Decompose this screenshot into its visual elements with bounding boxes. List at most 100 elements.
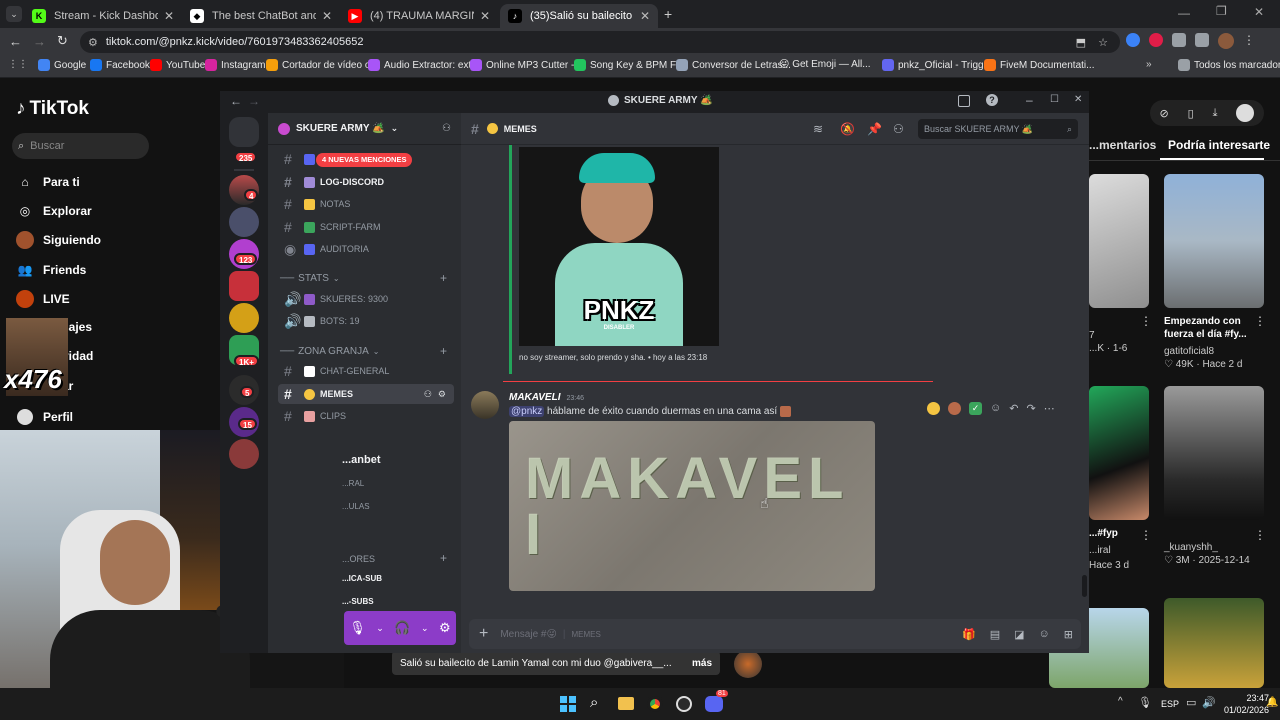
new-mentions-pill[interactable]: 4 NUEVAS MENCIONES bbox=[316, 153, 413, 167]
stat-skueres[interactable]: 🔊 SKUERES: 9300 bbox=[278, 289, 454, 309]
start-button[interactable] bbox=[560, 696, 576, 712]
chevron-down-icon[interactable]: ⌄ bbox=[376, 623, 384, 634]
forward-arrow-icon[interactable]: → bbox=[248, 94, 260, 108]
partial-channel[interactable]: ...RAL bbox=[342, 479, 364, 488]
browser-tab-tiktok[interactable]: ♪ (35)Salió su bailecito de Lamin✕ bbox=[500, 4, 658, 28]
video-caption[interactable]: Salió su bailecito de Lamin Yamal con mi… bbox=[392, 651, 720, 675]
all-bookmarks-folder[interactable]: Todos los marcadores bbox=[1178, 59, 1280, 71]
category-zona-granja[interactable]: ── ZONA GRANJA ⌄ bbox=[280, 346, 379, 357]
partial-channel[interactable]: ...ICA-SUB bbox=[342, 574, 382, 583]
install-app-icon[interactable]: ⬒ bbox=[1076, 36, 1086, 49]
nav-live[interactable]: LIVE bbox=[16, 290, 70, 308]
more-icon[interactable]: ⋮ bbox=[1140, 528, 1152, 542]
download-icon[interactable]: ⤓ bbox=[1213, 107, 1218, 120]
channel-memes[interactable]: # MEMES ⚇ ⚙ bbox=[278, 384, 454, 404]
user-avatar[interactable] bbox=[1236, 104, 1255, 122]
maximize-icon[interactable]: ☐ bbox=[1050, 94, 1059, 105]
more-icon[interactable]: ⋮ bbox=[1254, 528, 1266, 542]
server-header[interactable]: SKUERE ARMY 🏕️ ⌄ ⚇ bbox=[268, 113, 461, 145]
chevron-down-icon[interactable]: ⌄ bbox=[421, 623, 429, 634]
tab-comentarios[interactable]: ...mentarios bbox=[1089, 138, 1156, 152]
reaction-check-icon[interactable]: ✓ bbox=[969, 401, 982, 415]
pin-icon[interactable]: 📌 bbox=[867, 122, 882, 136]
minimize-icon[interactable]: – bbox=[1026, 93, 1033, 107]
add-channel-icon[interactable]: + bbox=[440, 551, 447, 565]
close-window-icon[interactable]: ✕ bbox=[1254, 5, 1264, 19]
partial-channel[interactable]: ...anbet bbox=[342, 454, 381, 466]
emoji-picker-icon[interactable]: ☺ bbox=[1039, 628, 1050, 641]
bookmark-get-emoji[interactable]: 😜 Get Emoji — All... bbox=[779, 59, 871, 70]
menu-icon[interactable]: ⋮ bbox=[1243, 33, 1255, 49]
file-explorer-icon[interactable] bbox=[618, 697, 634, 710]
bookmark-pnkz[interactable]: pnkz_Oficial - Trigg... bbox=[882, 59, 992, 71]
gif-icon[interactable]: ▤ bbox=[990, 628, 1000, 641]
reaction-laugh-icon[interactable] bbox=[927, 401, 940, 415]
sticker-icon[interactable]: ◪ bbox=[1014, 628, 1024, 641]
apps-icon[interactable]: ⊞ bbox=[1064, 628, 1073, 641]
microphone-icon[interactable]: 🎙 bbox=[349, 620, 366, 636]
reload-icon[interactable]: ↻ bbox=[57, 33, 68, 49]
input-language[interactable]: ESP bbox=[1161, 699, 1179, 709]
bookmark-audio-extractor[interactable]: Audio Extractor: ext... bbox=[368, 59, 480, 71]
user-mention[interactable]: @pnkz bbox=[509, 406, 545, 418]
browser-tab-chatbot[interactable]: ◆ The best ChatBot and Widgets✕ bbox=[182, 4, 340, 28]
partial-channel[interactable]: ...ULAS bbox=[342, 502, 370, 511]
bookmark-cortador[interactable]: Cortador de vídeo o... bbox=[266, 59, 379, 71]
profile-avatar[interactable] bbox=[1218, 33, 1234, 49]
browser-tab-youtube[interactable]: ▶ (4) TRAUMA MARGINAL - PNK✕ bbox=[340, 4, 498, 28]
add-channel-icon[interactable]: + bbox=[440, 271, 447, 285]
obs-icon[interactable] bbox=[676, 696, 692, 712]
stat-bots[interactable]: 🔊 BOTS: 19 bbox=[278, 311, 454, 331]
server-icon[interactable] bbox=[229, 271, 259, 301]
bookmark-song-key[interactable]: Song Key & BPM Fi... bbox=[574, 59, 687, 71]
server-icon[interactable] bbox=[229, 439, 259, 469]
close-tab-icon[interactable]: ✕ bbox=[480, 9, 490, 23]
reading-list-icon[interactable] bbox=[1195, 33, 1209, 47]
chat-search-input[interactable]: Buscar SKUERE ARMY 🏕️ ⌕ bbox=[918, 119, 1078, 139]
direct-messages-icon[interactable] bbox=[229, 117, 259, 147]
chrome-icon[interactable] bbox=[646, 695, 664, 713]
suggestion-thumbnail[interactable] bbox=[1089, 386, 1149, 520]
message-composer[interactable]: + Mensaje #😜 | MEMES 🎁 ▤ ◪ ☺ ⊞ bbox=[469, 619, 1081, 649]
channel-chat-general[interactable]: # CHAT-GENERAL bbox=[278, 361, 454, 381]
suggestion-thumbnail[interactable] bbox=[1164, 386, 1264, 520]
add-reaction-icon[interactable]: ☺ bbox=[990, 402, 1001, 414]
message-author[interactable]: MAKAVELI bbox=[509, 392, 560, 403]
more-bookmarks-icon[interactable]: » bbox=[1146, 59, 1152, 70]
close-tab-icon[interactable]: ✕ bbox=[640, 9, 650, 23]
new-tab-button[interactable]: + bbox=[664, 6, 672, 22]
channel-script-farm[interactable]: # SCRIPT-FARM bbox=[278, 217, 454, 237]
nav-explorar[interactable]: ◎ Explorar bbox=[16, 202, 92, 220]
phone-icon[interactable]: ▯ bbox=[1188, 107, 1194, 120]
microphone-tray-icon[interactable]: 🎙 bbox=[1138, 696, 1152, 709]
close-icon[interactable]: ✕ bbox=[1074, 94, 1082, 105]
tab-search-button[interactable]: ⌄ bbox=[6, 6, 22, 22]
maximize-window-icon[interactable]: ❐ bbox=[1216, 4, 1227, 18]
nav-para-ti[interactable]: ⌂ Para ti bbox=[16, 173, 79, 191]
tray-chevron-icon[interactable]: ^ bbox=[1118, 696, 1123, 707]
close-tab-icon[interactable]: ✕ bbox=[164, 9, 174, 23]
bookmark-instagram[interactable]: Instagram bbox=[205, 59, 265, 71]
channel-auditoria[interactable]: ◉ AUDITORIA bbox=[278, 239, 454, 259]
gift-icon[interactable]: 🎁 bbox=[962, 628, 976, 641]
partial-channel[interactable]: ...-SUBS bbox=[342, 597, 374, 606]
address-bar[interactable]: ⚙ tiktok.com/@pnkz.kick/video/7601973483… bbox=[80, 31, 1120, 53]
tab-podria-interesarte[interactable]: Podría interesarte bbox=[1168, 138, 1270, 152]
inbox-icon[interactable] bbox=[958, 95, 970, 107]
volume-icon[interactable]: 🔊 bbox=[1202, 696, 1216, 709]
bookmark-mp3-cutter[interactable]: Online MP3 Cutter -... bbox=[470, 59, 583, 71]
bookmark-conversor[interactable]: Conversor de Letras... bbox=[676, 59, 791, 71]
add-channel-icon[interactable]: + bbox=[440, 344, 447, 358]
add-member-icon[interactable]: ⚇ bbox=[424, 389, 432, 400]
partial-category[interactable]: ...ORES bbox=[342, 554, 375, 564]
suggestion-thumbnail[interactable] bbox=[1089, 174, 1149, 308]
tiktok-search-input[interactable]: ⌕ Buscar bbox=[12, 133, 149, 159]
mute-bell-icon[interactable]: 🔕 bbox=[840, 122, 855, 136]
extension-icon[interactable] bbox=[1149, 33, 1163, 47]
apps-icon[interactable]: ⋮⋮ bbox=[8, 59, 28, 70]
server-icon[interactable] bbox=[229, 207, 259, 237]
server-icon[interactable] bbox=[229, 303, 259, 333]
headphones-icon[interactable]: 🎧 bbox=[394, 620, 410, 636]
discord-taskbar-icon[interactable] bbox=[705, 696, 723, 712]
site-info-icon[interactable]: ⚙ bbox=[88, 36, 98, 49]
